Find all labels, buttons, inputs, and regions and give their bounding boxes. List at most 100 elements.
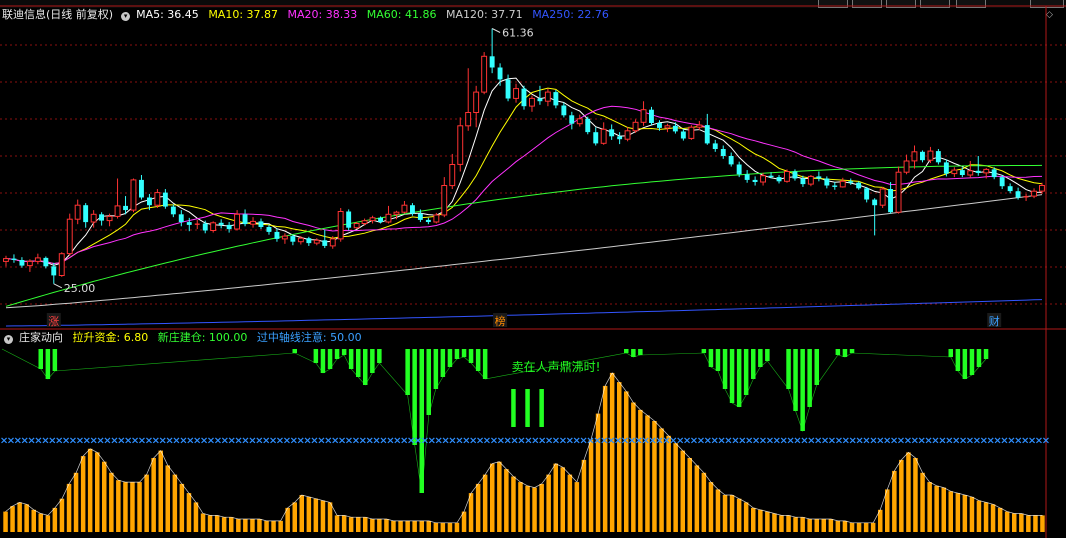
candle-body [242, 214, 248, 225]
green-signal-bar [793, 349, 798, 411]
green-signal-bar [786, 349, 791, 389]
candle [130, 178, 137, 213]
candle-body [872, 199, 878, 206]
indicator-bar [10, 506, 15, 532]
candle-body [609, 129, 615, 137]
candle [553, 90, 559, 109]
candle-body [19, 260, 25, 266]
candle-body [712, 143, 718, 149]
candle [649, 106, 654, 126]
candle [688, 125, 695, 140]
indicator-bar [969, 496, 975, 532]
indicator-bar [758, 509, 763, 532]
green-signal-bar [729, 349, 735, 403]
indicator-bar [680, 450, 685, 532]
indicator-bar [327, 502, 333, 532]
candle-body [441, 185, 448, 216]
candle-body [553, 92, 559, 106]
indicator-bar [490, 463, 495, 532]
candle-body [425, 219, 431, 222]
candle-body [385, 213, 392, 223]
candle [752, 176, 758, 186]
indicator-bar [299, 495, 304, 532]
candle [895, 166, 902, 214]
stock-chart-app: 联迪信息(日线 前复权) ▾ MA5: 36.45 MA10: 37.87 MA20… [0, 0, 1066, 538]
indicator-bar [45, 515, 51, 532]
chart-canvas[interactable]: 61.36 25.00 涨 榜 财 ×××××××××××××××××××××××××××… [0, 0, 1066, 538]
candle [696, 120, 703, 131]
indicator-bar [320, 500, 326, 532]
candle [624, 127, 631, 142]
green-signal-bar [292, 349, 297, 353]
green-signal-bar [327, 349, 333, 369]
candle-body [744, 174, 750, 180]
candle [600, 122, 607, 145]
candle-body [369, 217, 376, 222]
candle-body [911, 151, 918, 162]
candle [903, 154, 910, 175]
indicator-bar [87, 448, 93, 533]
candle [832, 182, 838, 190]
candle [529, 95, 535, 112]
candle [664, 123, 671, 133]
candle-body [600, 128, 607, 144]
candle-body [632, 121, 639, 132]
indicator-bar [983, 502, 989, 532]
candle-body [218, 222, 224, 225]
indicator-bar [976, 500, 982, 532]
candle [632, 119, 639, 133]
candle [561, 102, 567, 118]
candle-body [139, 179, 144, 198]
indicator-bar [567, 474, 573, 532]
indicator-bar [236, 519, 241, 532]
indicator-bar [80, 456, 86, 532]
candle-body [489, 56, 495, 68]
green-signal-bar [433, 349, 439, 389]
indicator-bar [257, 519, 262, 532]
indicator-bar [786, 515, 791, 532]
indicator-bar [384, 519, 389, 532]
candle [449, 153, 456, 190]
candle-body [672, 125, 678, 132]
indicator-bar [109, 472, 114, 532]
candle [816, 171, 822, 182]
indicator-bar [708, 482, 714, 532]
green-signal-bar [807, 349, 812, 407]
green-signal-bar [715, 349, 721, 371]
indicator-bar [200, 513, 206, 532]
green-signal-bar [313, 349, 319, 363]
indicator-bar [793, 517, 798, 532]
indicator-bar [870, 522, 876, 533]
candle [281, 233, 288, 244]
candle-body [720, 149, 726, 156]
indicator-bar [475, 483, 481, 532]
candle-body [728, 156, 734, 165]
candle-body [162, 192, 168, 207]
indicator-bar [137, 482, 142, 532]
indicator-bar [638, 409, 643, 532]
green-signal-bar [969, 349, 975, 375]
ma10-line [5, 87, 1043, 265]
indicator-bar [518, 482, 523, 532]
sell-annotation: 卖在人声鼎沸时! [512, 360, 601, 374]
candle [1023, 193, 1029, 201]
indicator-bar [172, 474, 178, 532]
indicator-bar [821, 519, 826, 532]
candle-body [186, 222, 192, 225]
candle-body [807, 175, 814, 185]
candle [250, 217, 257, 228]
candle [369, 215, 376, 224]
candle-body [832, 185, 838, 187]
candle-body [680, 131, 686, 139]
green-signal-bar [440, 349, 446, 377]
indicator-bar [504, 469, 509, 532]
candle-body [290, 236, 296, 242]
indicator-bar [377, 519, 382, 532]
indicator-bar [179, 483, 185, 532]
candle-body [353, 223, 360, 229]
indicator-bar [1019, 513, 1024, 532]
indicator-bar [419, 520, 424, 532]
candle [210, 221, 217, 233]
green-signal-bar [835, 349, 841, 355]
indicator-bar [525, 485, 530, 533]
